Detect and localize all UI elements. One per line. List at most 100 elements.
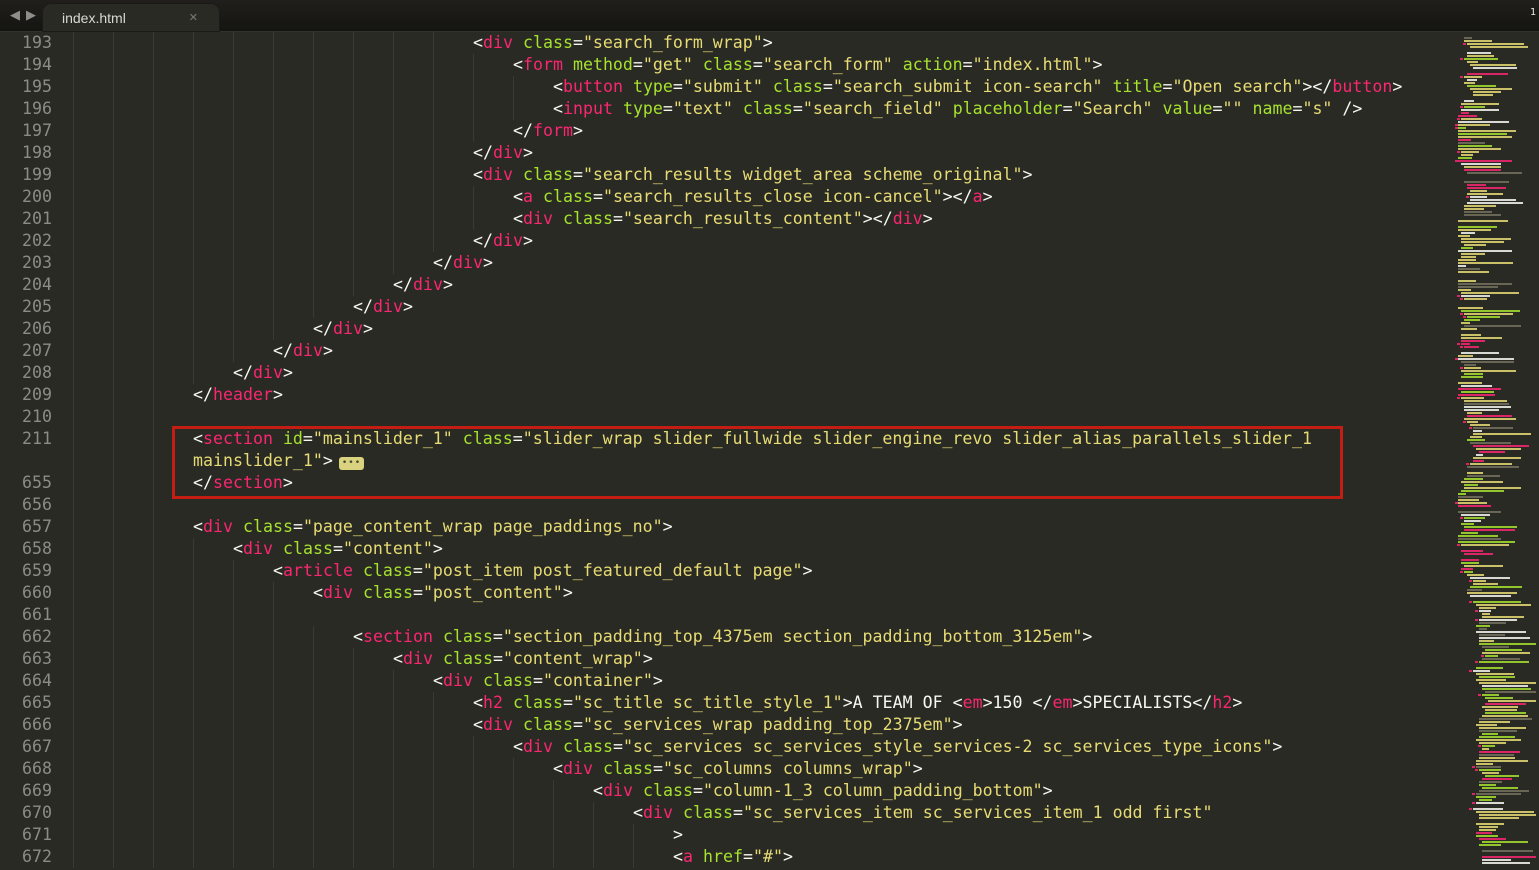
- token: class: [643, 781, 693, 800]
- indent-guide: [153, 780, 193, 802]
- minimap-line: [1482, 658, 1520, 660]
- minimap-line: [1476, 673, 1514, 675]
- fold-ellipsis-icon[interactable]: •••: [339, 457, 364, 470]
- code-line[interactable]: 664<div class="container">: [0, 670, 1539, 692]
- indent-guide: [353, 714, 393, 736]
- code-line[interactable]: 656: [0, 494, 1539, 516]
- token: =: [593, 187, 603, 206]
- forward-arrow-icon[interactable]: ▶: [26, 8, 42, 23]
- minimap-line: [1464, 208, 1484, 210]
- indent-guide: [353, 164, 393, 186]
- code-line[interactable]: 199<div class="search_results widget_are…: [0, 164, 1539, 186]
- code-line[interactable]: 672<a href="#">: [0, 846, 1539, 868]
- indent-guide: [433, 142, 473, 164]
- history-nav-icons[interactable]: ◀▶: [10, 8, 42, 23]
- minimap-line: [1458, 133, 1507, 135]
- code-line[interactable]: 659<article class="post_item post_featur…: [0, 560, 1539, 582]
- token: div: [323, 583, 353, 602]
- minimap[interactable]: [1453, 33, 1539, 870]
- code-line[interactable]: 194<form method="get" class="search_form…: [0, 54, 1539, 76]
- code-line[interactable]: 665<h2 class="sc_title sc_title_style_1"…: [0, 692, 1539, 714]
- code-line[interactable]: 666<div class="sc_services_wrap padding_…: [0, 714, 1539, 736]
- code-line[interactable]: 200<a class="search_results_close icon-c…: [0, 186, 1539, 208]
- code-line[interactable]: mainslider_1">•••: [0, 450, 1539, 472]
- code-line[interactable]: 197</form>: [0, 120, 1539, 142]
- indent-guide: [393, 76, 433, 98]
- indent-guide: [233, 76, 273, 98]
- code-line[interactable]: 210: [0, 406, 1539, 428]
- indent-guide: [153, 670, 193, 692]
- token: >: [443, 275, 453, 294]
- token: </: [473, 143, 493, 162]
- code-line[interactable]: 670<div class="sc_services_item sc_servi…: [0, 802, 1539, 824]
- token: div: [643, 803, 673, 822]
- token: "sc_services_wrap padding_top_2375em": [583, 715, 953, 734]
- minimap-line: [1458, 511, 1501, 513]
- code-line[interactable]: 204</div>: [0, 274, 1539, 296]
- token: "post_content": [423, 583, 563, 602]
- code-line[interactable]: 660<div class="post_content">: [0, 582, 1539, 604]
- code-line[interactable]: 207</div>: [0, 340, 1539, 362]
- token: mainslider_1": [193, 451, 323, 470]
- token: >: [673, 825, 683, 844]
- indent-guide: [273, 142, 313, 164]
- indent-guide: [113, 582, 153, 604]
- code-line[interactable]: 196<input type="text" class="search_fiel…: [0, 98, 1539, 120]
- token: div: [603, 781, 633, 800]
- indent-guide: [113, 296, 153, 318]
- token: =: [663, 99, 673, 118]
- minimap-line: [1470, 199, 1516, 201]
- indent-guide: [273, 32, 313, 54]
- tab-close-icon[interactable]: ✕: [189, 11, 198, 24]
- minimap-line: [1461, 112, 1469, 114]
- minimap-line: [1479, 727, 1526, 729]
- back-arrow-icon[interactable]: ◀: [10, 8, 26, 23]
- indent-guide: [473, 802, 513, 824]
- indent-guide: [113, 186, 153, 208]
- indent-guide: [473, 780, 513, 802]
- code-line[interactable]: 202</div>: [0, 230, 1539, 252]
- minimap-line: [1473, 430, 1482, 432]
- minimap-mark: [1460, 313, 1463, 315]
- code-line[interactable]: 668<div class="sc_columns columns_wrap">: [0, 758, 1539, 780]
- code-line[interactable]: 198</div>: [0, 142, 1539, 164]
- code-line[interactable]: 667<div class="sc_services sc_services_s…: [0, 736, 1539, 758]
- minimap-mark: [1478, 745, 1481, 747]
- code-line[interactable]: 193<div class="search_form_wrap">: [0, 32, 1539, 54]
- indent-guide: [313, 758, 353, 780]
- code-line[interactable]: 669<div class="column-1_3 column_padding…: [0, 780, 1539, 802]
- code-line[interactable]: 657<div class="page_content_wrap page_pa…: [0, 516, 1539, 538]
- code-line[interactable]: 663<div class="content_wrap">: [0, 648, 1539, 670]
- code-line[interactable]: 195<button type="submit" class="search_s…: [0, 76, 1539, 98]
- indent-guide: [233, 604, 273, 626]
- code-line[interactable]: 655</section>: [0, 472, 1539, 494]
- minimap-line: [1473, 433, 1531, 435]
- code-area[interactable]: 193<div class="search_form_wrap">194<for…: [0, 32, 1539, 870]
- code-text: </div>: [73, 362, 293, 384]
- code-line[interactable]: 205</div>: [0, 296, 1539, 318]
- code-line[interactable]: 206</div>: [0, 318, 1539, 340]
- token: id: [283, 429, 303, 448]
- code-line[interactable]: 208</div>: [0, 362, 1539, 384]
- code-text: </header>: [73, 384, 283, 406]
- code-line[interactable]: 211<section id="mainslider_1" class="sli…: [0, 428, 1539, 450]
- tab-bar: ◀▶ index.html ✕ 1: [0, 0, 1539, 32]
- token: >: [523, 231, 533, 250]
- tab-index-html[interactable]: index.html ✕: [42, 3, 220, 32]
- minimap-line: [1461, 256, 1476, 258]
- minimap-line: [1458, 121, 1509, 123]
- code-line[interactable]: 658<div class="content">: [0, 538, 1539, 560]
- indent-guide: [393, 692, 433, 714]
- code-line[interactable]: 662<section class="section_padding_top_4…: [0, 626, 1539, 648]
- token: <: [513, 55, 523, 74]
- line-number: 199: [0, 164, 52, 186]
- code-line[interactable]: 201<div class="search_results_content"><…: [0, 208, 1539, 230]
- indent-guide: [313, 120, 353, 142]
- indent-guide: [353, 824, 393, 846]
- minimap-line: [1470, 196, 1487, 198]
- code-line[interactable]: 671>: [0, 824, 1539, 846]
- code-line[interactable]: 661: [0, 604, 1539, 626]
- code-text: mainslider_1">•••: [73, 450, 364, 472]
- code-line[interactable]: 209</header>: [0, 384, 1539, 406]
- code-line[interactable]: 203</div>: [0, 252, 1539, 274]
